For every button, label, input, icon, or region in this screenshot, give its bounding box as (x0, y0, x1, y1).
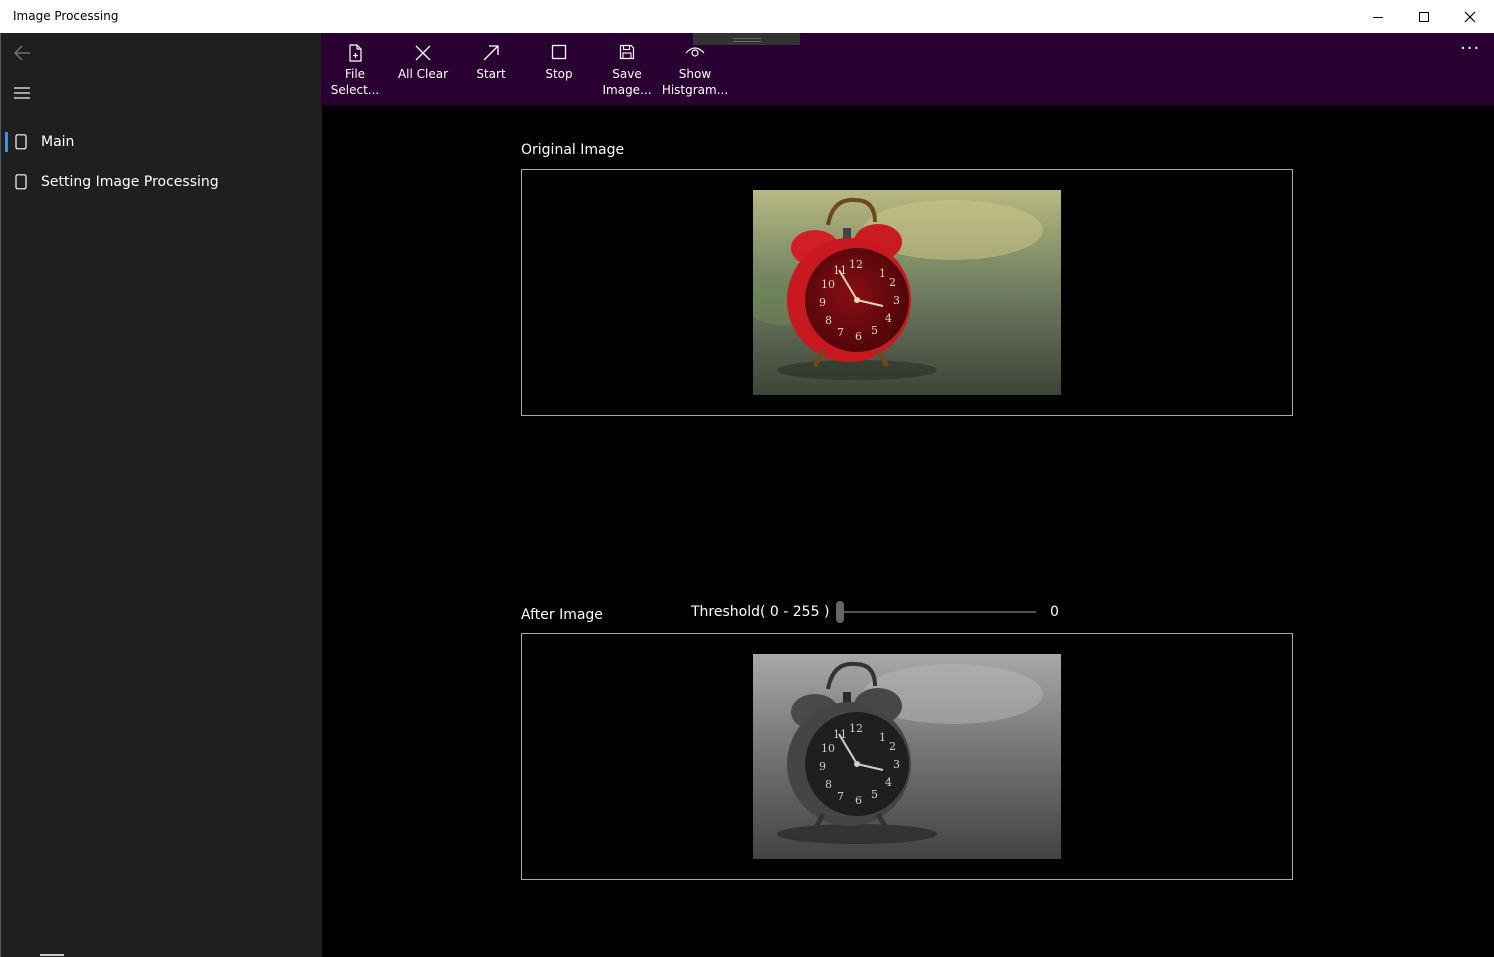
svg-text:9: 9 (819, 296, 826, 309)
close-button[interactable] (1447, 0, 1493, 33)
command-bar: File Select... All Clear Start Stop Save… (321, 33, 1494, 105)
command-label: Stop (545, 67, 573, 81)
command-label: Show Histgram... (661, 67, 729, 97)
svg-text:1: 1 (879, 731, 886, 744)
start-button[interactable]: Start (457, 33, 525, 105)
navigation-pane: Main Setting Image Processing (0, 33, 322, 957)
svg-text:8: 8 (825, 778, 832, 791)
nav-item-main[interactable]: Main (1, 122, 322, 162)
nav-item-setting-image-processing[interactable]: Setting Image Processing (1, 162, 322, 202)
close-x-icon (415, 45, 431, 61)
threshold-label: Threshold( 0 - 255 ) (691, 604, 830, 620)
svg-text:6: 6 (855, 330, 862, 343)
after-image-label: After Image (521, 607, 603, 623)
stop-button[interactable]: Stop (525, 33, 593, 105)
svg-text:1: 1 (879, 267, 886, 280)
svg-text:5: 5 (871, 324, 878, 337)
svg-text:7: 7 (837, 326, 844, 339)
svg-text:8: 8 (825, 314, 832, 327)
all-clear-button[interactable]: All Clear (389, 33, 457, 105)
title-bar: Image Processing (0, 0, 1494, 34)
original-image-frame: 1212 345 678 91011 (521, 169, 1293, 416)
after-image: 1212 345 678 91011 (753, 654, 1061, 859)
hamburger-button[interactable] (1, 73, 43, 113)
arrow-up-right-icon (483, 45, 499, 61)
svg-text:3: 3 (893, 758, 900, 771)
svg-text:12: 12 (849, 258, 863, 271)
svg-text:2: 2 (889, 740, 896, 753)
svg-text:10: 10 (821, 278, 835, 291)
eye-icon (685, 47, 705, 57)
svg-text:2: 2 (889, 276, 896, 289)
svg-text:6: 6 (855, 794, 862, 807)
back-button[interactable] (1, 33, 43, 73)
file-select-button[interactable]: File Select... (321, 33, 389, 105)
command-label: Start (476, 67, 506, 81)
maximize-button[interactable] (1401, 0, 1447, 33)
minimize-icon (1373, 16, 1383, 18)
svg-text:10: 10 (821, 742, 835, 755)
original-image-label: Original Image (521, 142, 625, 158)
svg-text:5: 5 (871, 788, 878, 801)
threshold-value: 0 (1050, 604, 1059, 620)
window-title: Image Processing (13, 9, 119, 23)
svg-text:4: 4 (885, 776, 892, 789)
selection-indicator (5, 132, 8, 152)
taskbar-indicator (40, 954, 64, 956)
drag-handle[interactable] (693, 33, 800, 45)
hamburger-icon (14, 87, 30, 99)
page-icon (15, 174, 27, 190)
nav-item-label: Setting Image Processing (41, 174, 219, 190)
svg-text:7: 7 (837, 790, 844, 803)
svg-text:9: 9 (819, 760, 826, 773)
page-icon (15, 134, 27, 150)
svg-text:4: 4 (885, 312, 892, 325)
nav-item-label: Main (41, 134, 75, 150)
command-label: File Select... (330, 67, 380, 97)
maximize-icon (1419, 11, 1429, 22)
save-image-button[interactable]: Save Image... (593, 33, 661, 105)
stop-square-icon (551, 44, 567, 60)
add-file-icon (349, 44, 362, 62)
close-icon (1464, 11, 1476, 22)
original-image: 1212 345 678 91011 (753, 190, 1061, 395)
save-disk-icon (619, 44, 635, 60)
threshold-slider-track[interactable] (840, 611, 1036, 613)
grip-icon (733, 38, 761, 42)
threshold-slider-thumb[interactable] (836, 601, 844, 623)
command-label: All Clear (397, 67, 449, 81)
more-options-button[interactable]: ··· (1460, 38, 1480, 59)
after-image-frame: 1212 345 678 91011 (521, 633, 1293, 880)
command-label: Save Image... (602, 67, 652, 97)
back-arrow-icon (14, 45, 30, 61)
svg-text:3: 3 (893, 294, 900, 307)
minimize-button[interactable] (1355, 0, 1401, 33)
svg-text:12: 12 (849, 722, 863, 735)
